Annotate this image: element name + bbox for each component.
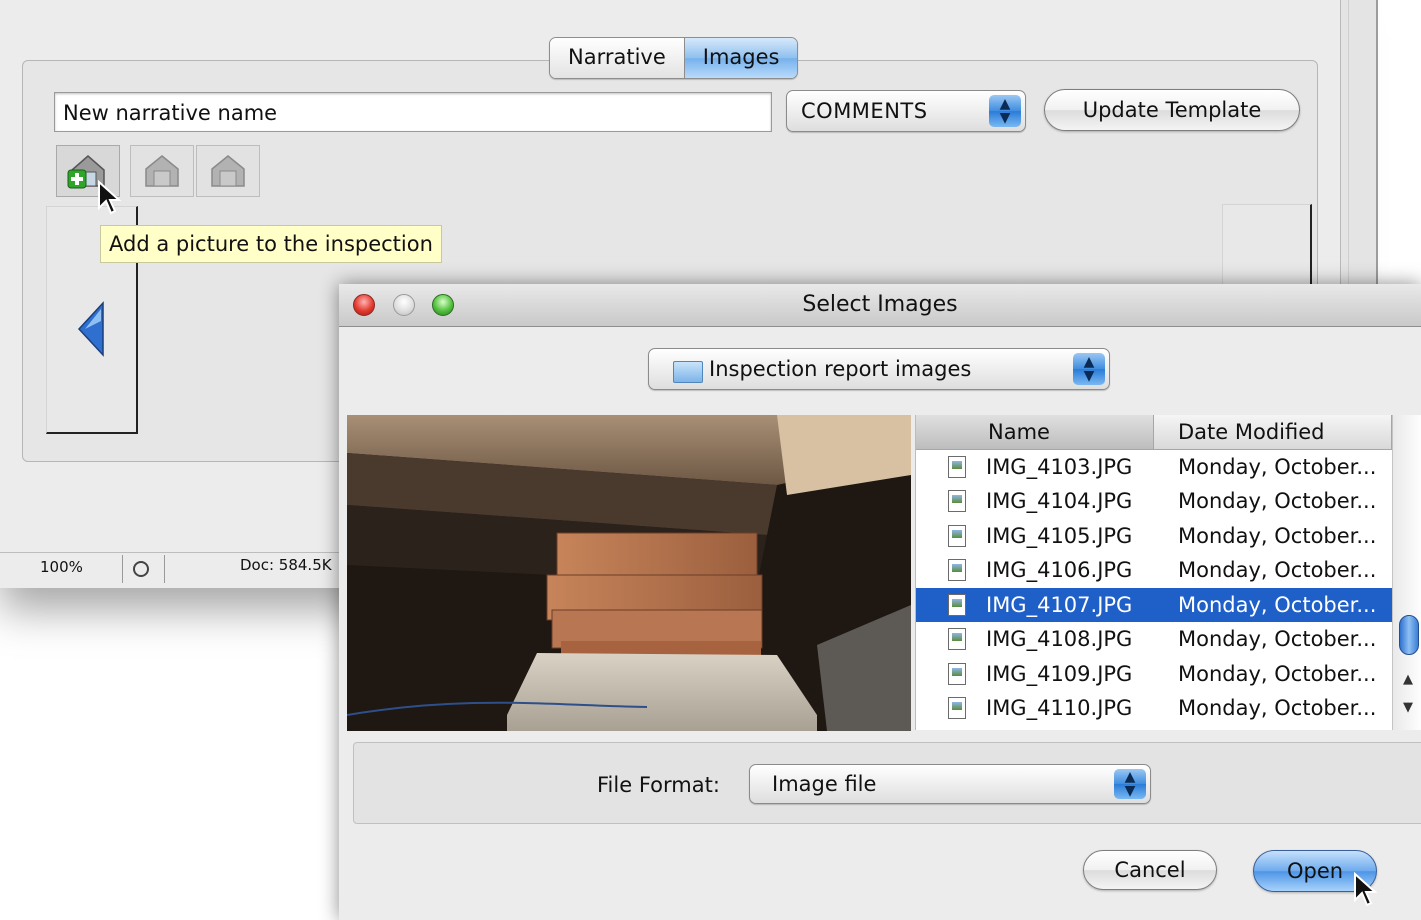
file-list-scrollbar[interactable]: ▲ ▼: [1392, 415, 1421, 730]
select-arrows-icon: ▲ ▼: [989, 95, 1021, 127]
file-icon: [948, 490, 966, 512]
category-select[interactable]: COMMENTS ▲ ▼: [786, 90, 1026, 132]
tooltip: Add a picture to the inspection: [100, 225, 442, 263]
mouse-cursor-icon: [98, 180, 121, 215]
file-row-selected[interactable]: IMG_4107.JPG Monday, October...: [916, 588, 1392, 622]
category-select-value: COMMENTS: [801, 99, 928, 123]
file-date: Monday, October...: [1178, 455, 1377, 479]
file-icon: [948, 697, 966, 719]
select-arrows-icon: ▲ ▼: [1114, 769, 1146, 799]
file-list[interactable]: Name Date Modified IMG_4103.JPG Monday, …: [915, 415, 1421, 730]
file-date: Monday, October...: [1178, 489, 1377, 513]
file-name: IMG_4103.JPG: [986, 455, 1133, 479]
status-divider: [122, 555, 123, 583]
previous-arrow-icon[interactable]: [77, 301, 105, 357]
zoom-window-button[interactable]: [432, 294, 454, 316]
file-name: IMG_4110.JPG: [986, 696, 1133, 720]
file-name: IMG_4106.JPG: [986, 558, 1133, 582]
file-name: IMG_4108.JPG: [986, 627, 1133, 651]
tab-segmented-control: Narrative Images: [549, 37, 799, 79]
scrollbar-thumb[interactable]: [1399, 615, 1419, 655]
file-name: IMG_4105.JPG: [986, 524, 1133, 548]
file-icon: [948, 594, 966, 616]
remove-picture-button[interactable]: [196, 145, 260, 197]
close-window-button[interactable]: [353, 294, 375, 316]
update-template-button[interactable]: Update Template: [1044, 89, 1300, 131]
file-date: Monday, October...: [1178, 627, 1377, 651]
file-date: Monday, October...: [1178, 558, 1377, 582]
status-info-icon[interactable]: [133, 561, 149, 577]
file-date: Monday, October...: [1178, 524, 1377, 548]
file-row[interactable]: IMG_4108.JPG Monday, October...: [916, 622, 1392, 656]
narrative-name-input[interactable]: New narrative name: [54, 92, 772, 132]
zoom-level[interactable]: 100%: [40, 558, 83, 576]
file-name: IMG_4109.JPG: [986, 662, 1133, 686]
file-icon: [948, 525, 966, 547]
file-format-label: File Format:: [597, 773, 720, 797]
minimize-window-button[interactable]: [393, 294, 415, 316]
scroll-down-arrow-icon[interactable]: ▼: [1396, 695, 1420, 721]
dialog-title: Select Images: [802, 292, 958, 317]
file-icon: [948, 663, 966, 685]
column-header-date-modified[interactable]: Date Modified: [1154, 415, 1392, 449]
window-edge: [1376, 0, 1378, 290]
picture-icon: [145, 155, 179, 187]
tab-images[interactable]: Images: [683, 38, 798, 78]
file-row[interactable]: IMG_4109.JPG Monday, October...: [916, 657, 1392, 691]
file-row[interactable]: IMG_4105.JPG Monday, October...: [916, 519, 1392, 553]
folder-select[interactable]: Inspection report images ▲ ▼: [648, 348, 1110, 390]
select-images-dialog: Select Images Inspection report images ▲…: [339, 284, 1421, 920]
folder-select-value: Inspection report images: [709, 357, 972, 381]
file-icon: [948, 559, 966, 581]
scroll-up-arrow-icon[interactable]: ▲: [1396, 667, 1420, 693]
file-date: Monday, October...: [1178, 593, 1377, 617]
tab-narrative[interactable]: Narrative: [550, 38, 684, 78]
file-format-select[interactable]: Image file ▲ ▼: [749, 764, 1151, 804]
file-date: Monday, October...: [1178, 662, 1377, 686]
next-image-pane[interactable]: [1222, 204, 1312, 294]
folder-icon: [673, 361, 703, 383]
image-preview: [347, 415, 911, 731]
file-name: IMG_4104.JPG: [986, 489, 1133, 513]
file-row[interactable]: IMG_4110.JPG Monday, October...: [916, 691, 1392, 725]
file-name: IMG_4107.JPG: [986, 593, 1133, 617]
file-format-select-value: Image file: [772, 772, 877, 796]
file-row[interactable]: IMG_4106.JPG Monday, October...: [916, 553, 1392, 587]
column-header-name[interactable]: Name: [916, 415, 1154, 449]
file-date: Monday, October...: [1178, 696, 1377, 720]
document-size: Doc: 584.5K: [240, 556, 332, 574]
file-row[interactable]: IMG_4103.JPG Monday, October...: [916, 450, 1392, 484]
status-divider: [164, 555, 165, 583]
crawlspace-photo: [347, 415, 911, 731]
file-row[interactable]: IMG_4104.JPG Monday, October...: [916, 484, 1392, 518]
picture-icon: [211, 155, 245, 187]
cancel-button[interactable]: Cancel: [1083, 850, 1217, 890]
mouse-cursor-icon: [1354, 872, 1377, 907]
file-icon: [948, 628, 966, 650]
select-arrows-icon: ▲ ▼: [1073, 353, 1105, 385]
file-icon: [948, 456, 966, 478]
edit-picture-button[interactable]: [130, 145, 194, 197]
